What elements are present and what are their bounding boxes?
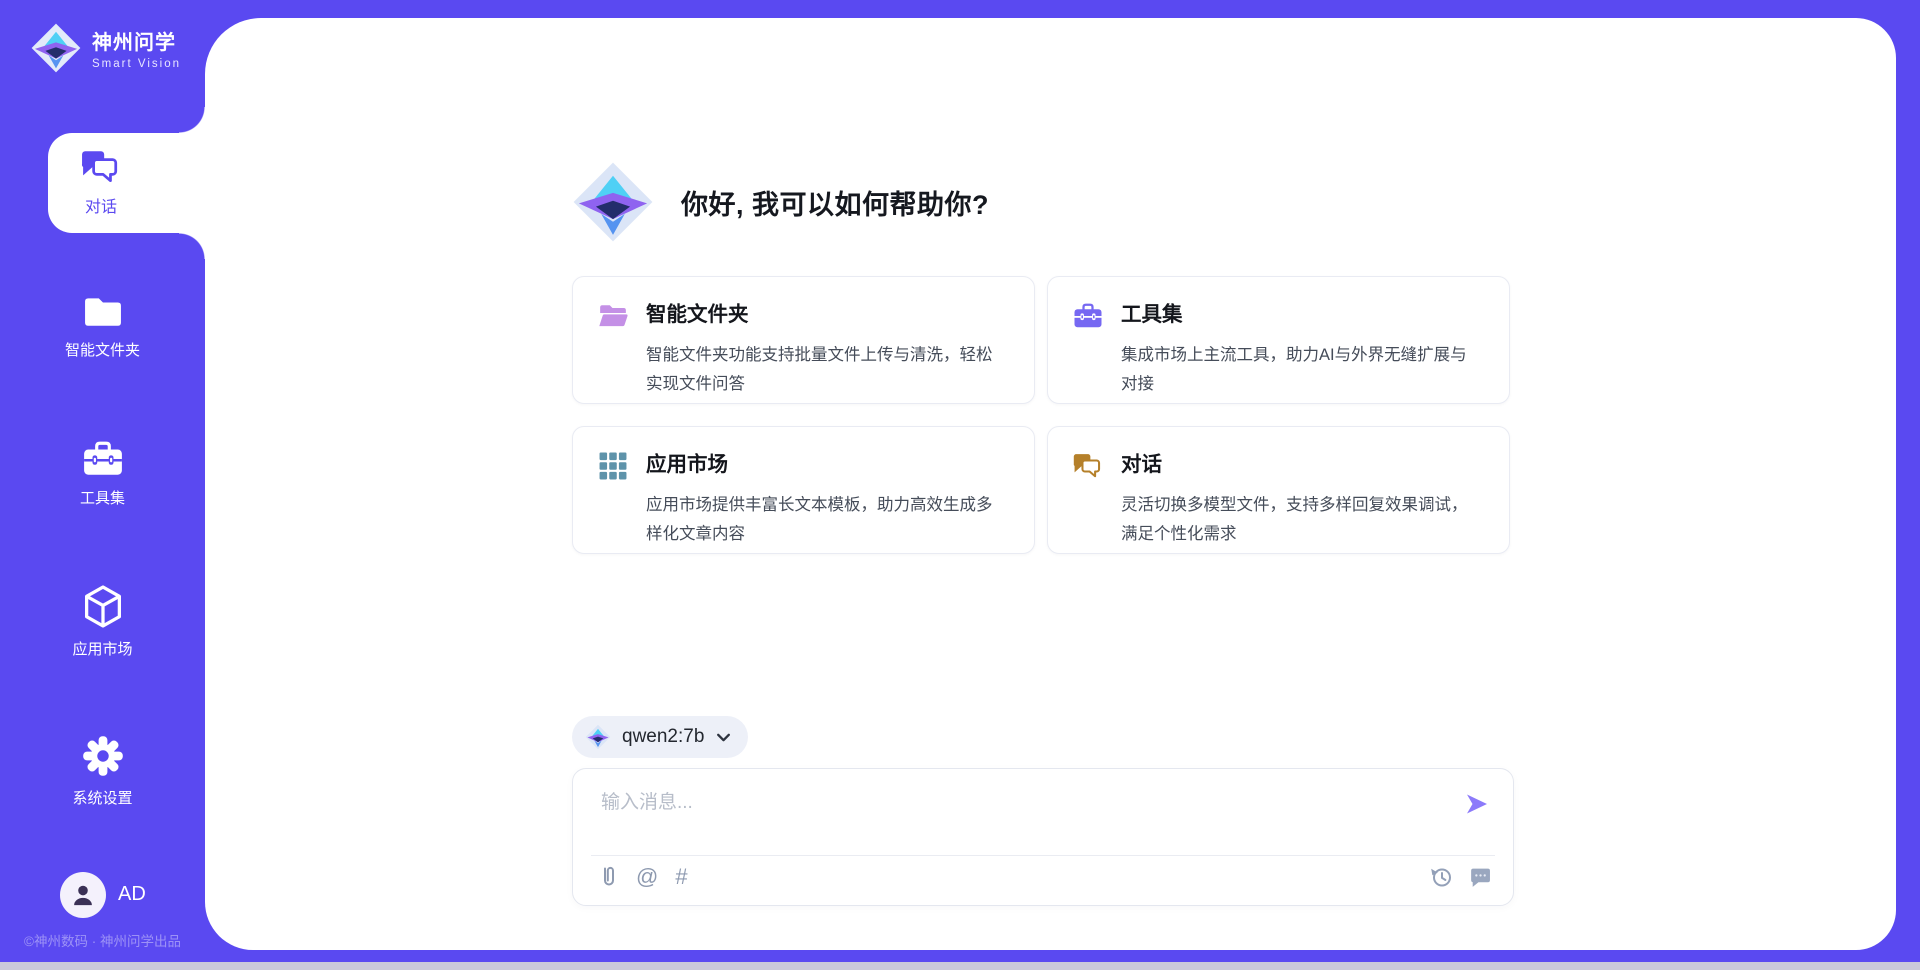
cube-icon	[82, 584, 124, 629]
tab-curve-bottom	[179, 233, 205, 259]
hashtag-icon[interactable]: #	[675, 865, 687, 889]
sidebar-footer: ©神州数码 · 神州问学出品	[0, 930, 205, 950]
chat-bubble-icon[interactable]	[1468, 866, 1491, 888]
person-icon	[69, 881, 97, 909]
gem-logo-icon	[585, 724, 611, 750]
sidebar-item-label: 对话	[85, 193, 117, 217]
brand-subtitle: Smart Vision	[92, 58, 181, 70]
user-label: AD	[118, 883, 146, 906]
gear-icon	[81, 734, 125, 778]
attachment-icon[interactable]	[599, 865, 619, 889]
card-smart-folder[interactable]: 智能文件夹 智能文件夹功能支持批量文件上传与清洗，轻松实现文件问答	[572, 276, 1035, 404]
card-title: 智能文件夹	[646, 300, 1008, 335]
sidebar-item-app-market[interactable]: 应用市场	[0, 584, 205, 659]
card-description: 集成市场上主流工具，助力AI与外界无缝扩展与对接	[1121, 341, 1483, 404]
sidebar-item-chat[interactable]: 对话	[48, 133, 207, 233]
grid-icon	[598, 452, 628, 480]
user-account[interactable]: AD	[0, 872, 205, 920]
sidebar-item-toolset[interactable]: 工具集	[0, 440, 205, 508]
sidebar-item-label: 智能文件夹	[0, 339, 205, 360]
greeting: 你好, 我可以如何帮助你?	[571, 160, 989, 244]
composer-divider	[591, 855, 1495, 856]
card-toolset[interactable]: 工具集 集成市场上主流工具，助力AI与外界无缝扩展与对接	[1047, 276, 1510, 404]
message-input[interactable]	[599, 785, 1443, 851]
mention-icon[interactable]: @	[636, 865, 658, 889]
card-title: 对话	[1121, 450, 1483, 485]
history-icon[interactable]	[1429, 865, 1453, 889]
feature-cards: 智能文件夹 智能文件夹功能支持批量文件上传与清洗，轻松实现文件问答 工具集 集成…	[572, 276, 1512, 554]
card-chat[interactable]: 对话 灵活切换多模型文件，支持多样回复效果调试，满足个性化需求	[1047, 426, 1510, 554]
chevron-down-icon	[715, 729, 732, 746]
toolbox-icon	[82, 440, 124, 478]
gem-logo-icon	[571, 160, 655, 244]
sidebar-item-label: 应用市场	[0, 638, 205, 659]
folder-open-icon	[598, 302, 628, 330]
card-title: 应用市场	[646, 450, 1008, 485]
brand-name: 神州问学	[92, 26, 181, 55]
sidebar-item-label: 系统设置	[0, 787, 205, 808]
message-composer: @ #	[572, 768, 1514, 906]
model-name: qwen2:7b	[622, 726, 704, 748]
greeting-title: 你好, 我可以如何帮助你?	[681, 183, 989, 222]
toolbox-icon	[1073, 302, 1103, 330]
send-icon[interactable]	[1463, 791, 1491, 817]
chat-icon	[81, 149, 121, 185]
card-description: 应用市场提供丰富长文本模板，助力高效生成多样化文章内容	[646, 491, 1008, 554]
app-window: 神州问学 Smart Vision 对话 智能文件夹 工具集	[0, 0, 1920, 970]
model-selector[interactable]: qwen2:7b	[572, 716, 748, 758]
sidebar-item-smart-folder[interactable]: 智能文件夹	[0, 292, 205, 360]
card-description: 智能文件夹功能支持批量文件上传与清洗，轻松实现文件问答	[646, 341, 1008, 404]
chat-icon	[1073, 452, 1103, 480]
composer-tools-left: @ #	[599, 865, 688, 889]
brand: 神州问学 Smart Vision	[30, 22, 181, 74]
card-app-market[interactable]: 应用市场 应用市场提供丰富长文本模板，助力高效生成多样化文章内容	[572, 426, 1035, 554]
avatar	[60, 872, 106, 918]
card-title: 工具集	[1121, 300, 1483, 335]
brand-logo-icon	[30, 22, 82, 74]
sidebar-item-settings[interactable]: 系统设置	[0, 734, 205, 808]
tab-curve-top	[179, 107, 205, 133]
folder-icon	[81, 292, 125, 330]
sidebar-item-label: 工具集	[0, 487, 205, 508]
card-description: 灵活切换多模型文件，支持多样回复效果调试，满足个性化需求	[1121, 491, 1483, 554]
bottom-edge-strip	[0, 962, 1920, 970]
composer-tools-right	[1429, 865, 1491, 889]
